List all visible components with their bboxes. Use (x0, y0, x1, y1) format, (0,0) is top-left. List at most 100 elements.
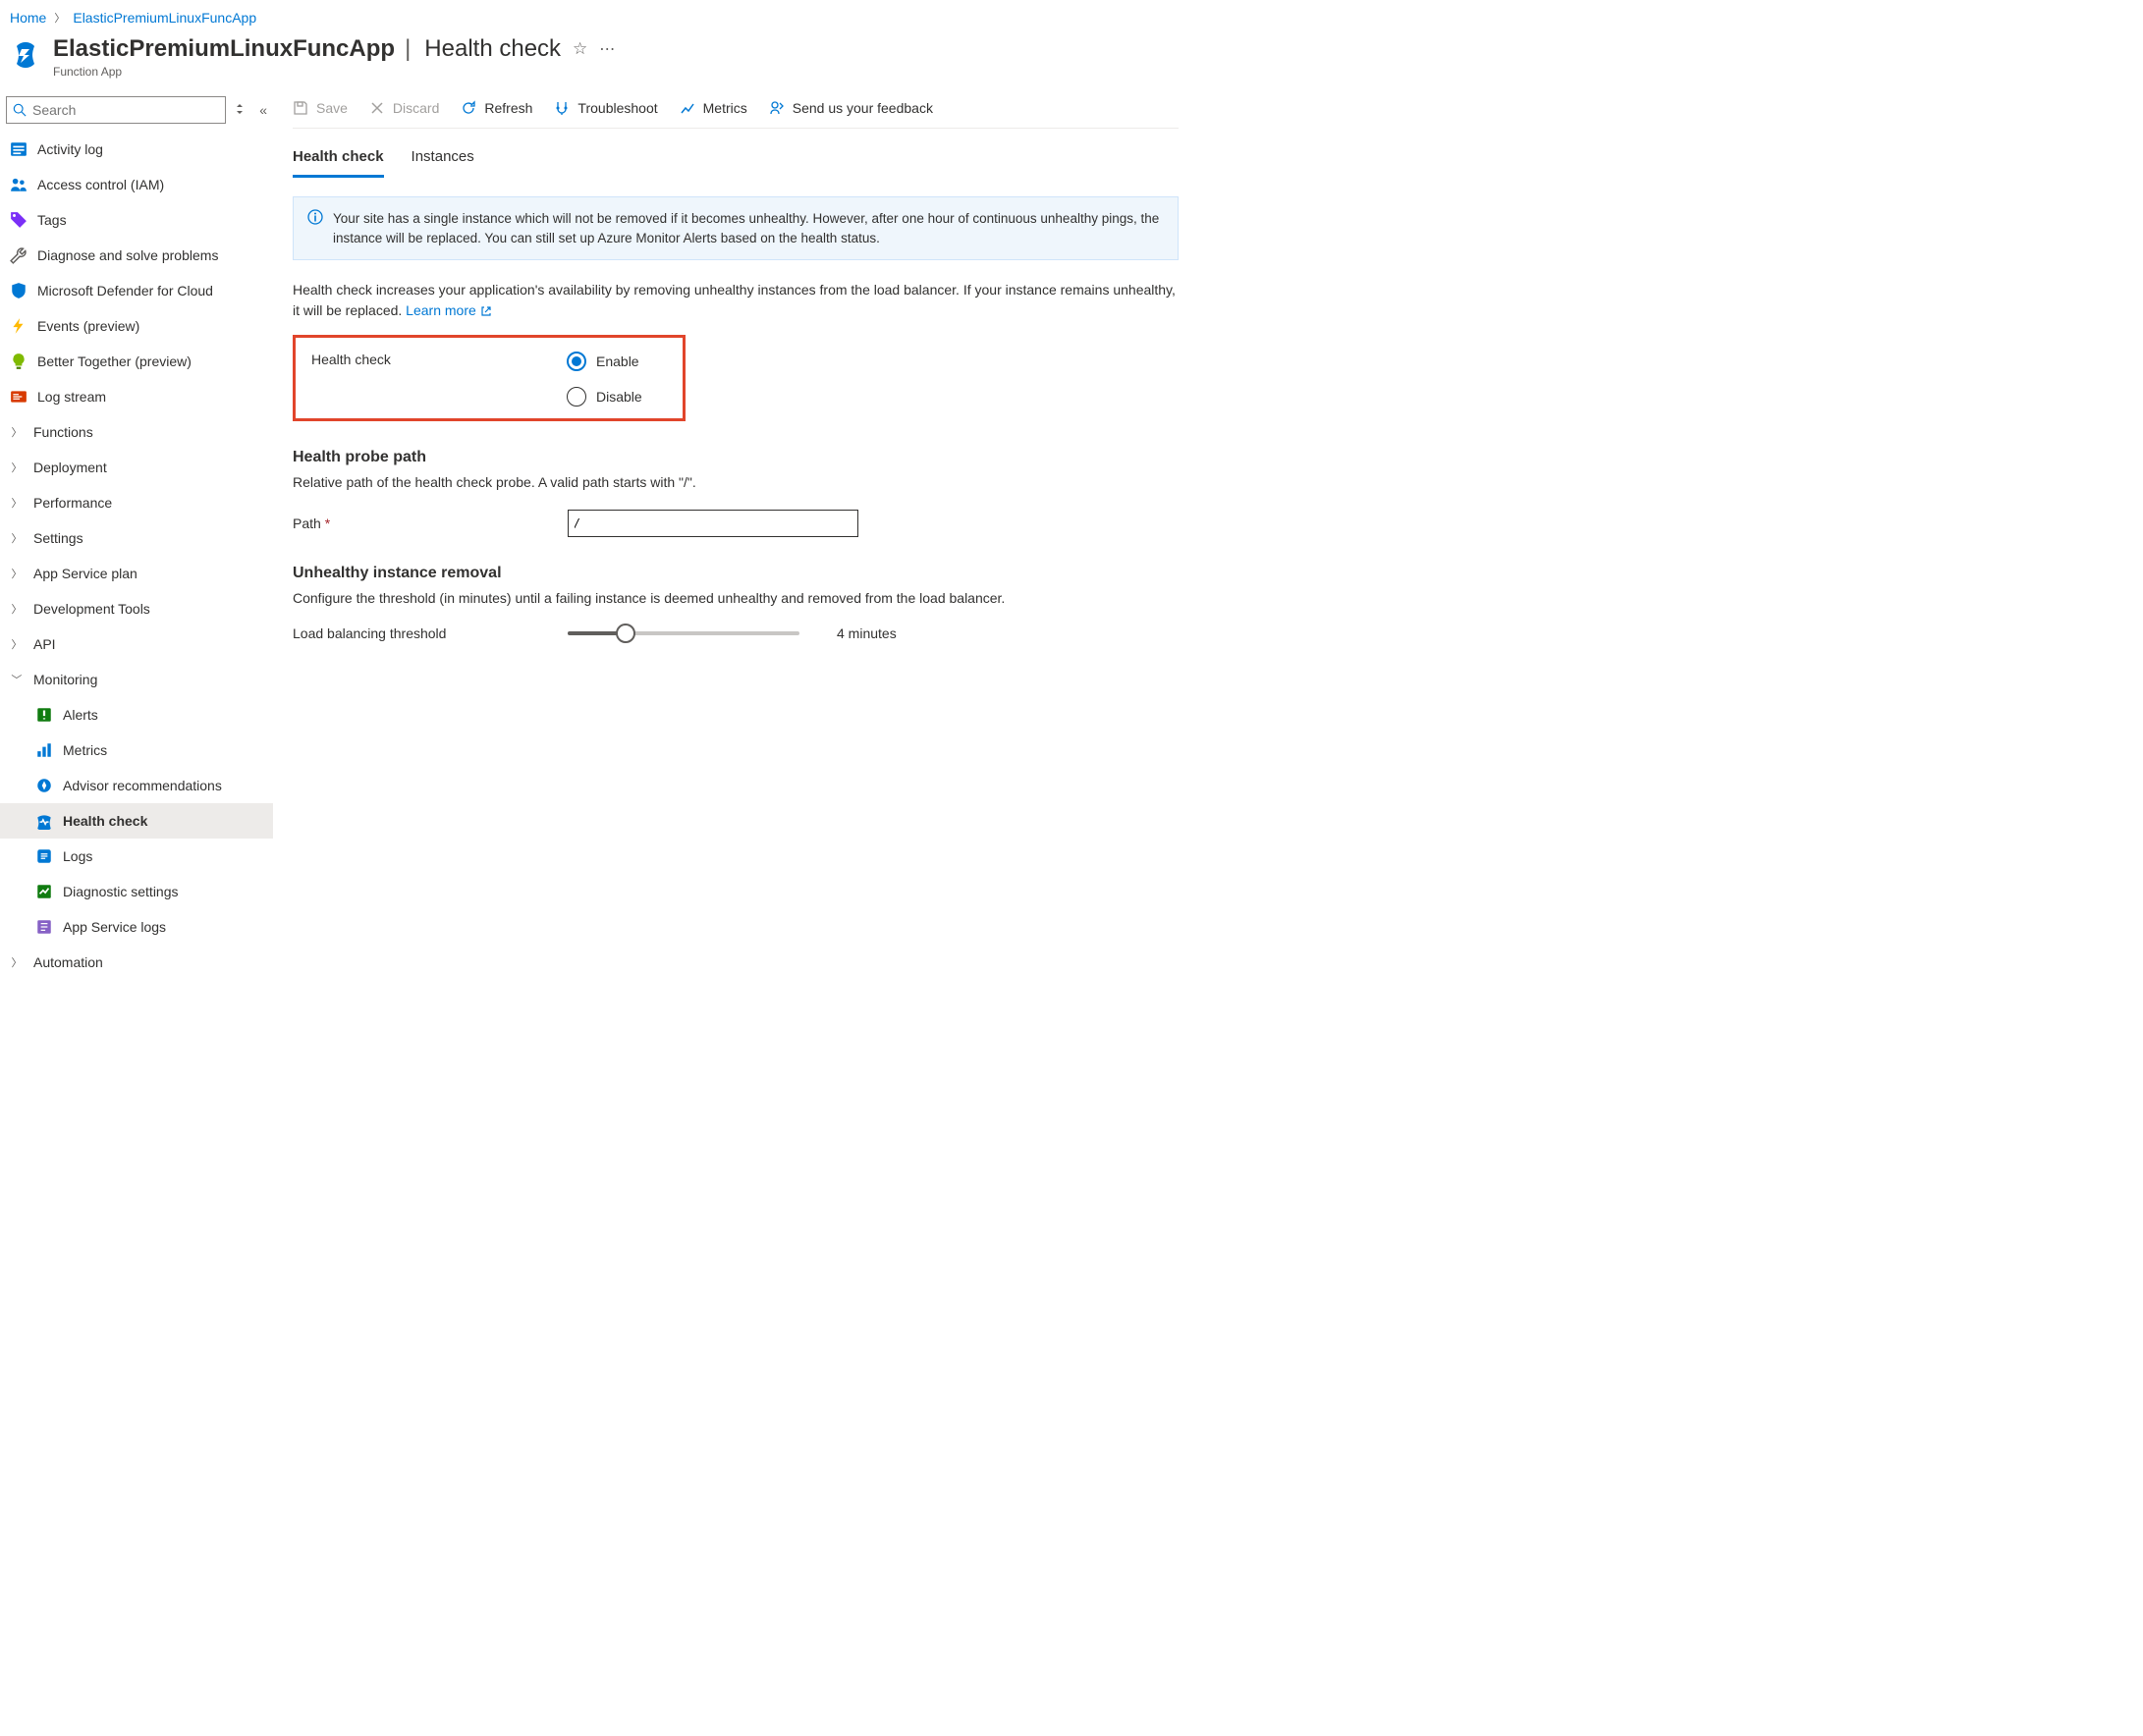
resource-type-label: Function App (53, 65, 616, 79)
nav-label: Diagnose and solve problems (37, 247, 218, 263)
sidebar-search[interactable] (6, 96, 226, 124)
breadcrumb-home[interactable]: Home (10, 10, 46, 26)
removal-heading: Unhealthy instance removal (293, 565, 1179, 582)
sidebar-item-advisor[interactable]: Advisor recommendations (0, 768, 273, 803)
nav-label: Access control (IAM) (37, 177, 164, 192)
content-area: Save Discard Refresh Troubleshoot Metric… (273, 96, 1198, 980)
nav-label: Performance (33, 495, 112, 511)
threshold-slider[interactable] (568, 631, 799, 635)
sidebar-item-diagnose[interactable]: Diagnose and solve problems (0, 238, 273, 273)
feedback-button[interactable]: Send us your feedback (769, 100, 933, 116)
sidebar-item-defender[interactable]: Microsoft Defender for Cloud (0, 273, 273, 308)
nav-label: Development Tools (33, 601, 150, 617)
sidebar-group-performance[interactable]: 〉Performance (0, 485, 273, 520)
page-header: ElasticPremiumLinuxFuncApp | Health chec… (0, 31, 1198, 96)
nav-label: App Service logs (63, 919, 166, 935)
chart-icon (680, 100, 695, 116)
sidebar-group-automation[interactable]: 〉 Automation (0, 945, 273, 980)
save-icon (293, 100, 308, 116)
threshold-label: Load balancing threshold (293, 625, 568, 641)
tab-health-check[interactable]: Health check (293, 142, 384, 178)
lightbulb-icon (10, 353, 27, 370)
info-text: Your site has a single instance which wi… (333, 209, 1164, 247)
close-icon (369, 100, 385, 116)
sidebar-item-iam[interactable]: Access control (IAM) (0, 167, 273, 202)
sidebar-item-events[interactable]: Events (preview) (0, 308, 273, 344)
wrench-icon (10, 246, 27, 264)
nav-label: Diagnostic settings (63, 884, 179, 899)
nav-label: Better Together (preview) (37, 353, 192, 369)
sidebar-item-logs[interactable]: Logs (0, 839, 273, 874)
nav-label: Monitoring (33, 672, 97, 687)
learn-more-link[interactable]: Learn more (406, 300, 492, 321)
tab-instances[interactable]: Instances (412, 142, 474, 178)
radio-checked-icon (567, 352, 586, 371)
function-app-icon (10, 39, 41, 71)
nav-label: Log stream (37, 389, 106, 405)
chevron-right-icon: 〉 (10, 601, 24, 617)
probe-desc: Relative path of the health check probe.… (293, 474, 1179, 490)
sidebar-item-better-together[interactable]: Better Together (preview) (0, 344, 273, 379)
radio-enable[interactable]: Enable (567, 352, 642, 371)
troubleshoot-button[interactable]: Troubleshoot (554, 100, 657, 116)
feedback-icon (769, 100, 785, 116)
sidebar: « Activity log Access control (IAM) Tags… (0, 96, 273, 980)
refresh-icon (461, 100, 476, 116)
refresh-button[interactable]: Refresh (461, 100, 532, 116)
alerts-icon (35, 706, 53, 724)
shield-icon (10, 282, 27, 299)
chevron-right-icon: 〉 (10, 954, 24, 970)
radio-disable[interactable]: Disable (567, 387, 642, 407)
discard-button[interactable]: Discard (369, 100, 439, 116)
sidebar-group-dev-tools[interactable]: 〉 Development Tools (0, 591, 273, 626)
sidebar-item-log-stream[interactable]: Log stream (0, 379, 273, 414)
chevron-right-icon: 〉 (54, 10, 65, 26)
app-service-logs-icon (35, 918, 53, 936)
activity-log-icon (10, 140, 27, 158)
chevron-right-icon: 〉 (10, 566, 24, 581)
tag-icon (10, 211, 27, 229)
logs-icon (35, 847, 53, 865)
removal-desc: Configure the threshold (in minutes) unt… (293, 590, 1179, 606)
more-menu-icon[interactable]: ⋯ (599, 39, 616, 59)
sort-toggle-icon[interactable] (234, 102, 246, 119)
sidebar-group-app-service-plan[interactable]: 〉 App Service plan (0, 556, 273, 591)
sidebar-group-deployment[interactable]: 〉Deployment (0, 450, 273, 485)
probe-heading: Health probe path (293, 449, 1179, 466)
nav-label: Health check (63, 813, 147, 829)
chevron-right-icon: 〉 (10, 530, 24, 546)
sidebar-item-diagnostic-settings[interactable]: Diagnostic settings (0, 874, 273, 909)
sidebar-item-activity-log[interactable]: Activity log (0, 132, 273, 167)
save-button[interactable]: Save (293, 100, 348, 116)
command-bar: Save Discard Refresh Troubleshoot Metric… (293, 96, 1179, 129)
sidebar-item-alerts[interactable]: Alerts (0, 697, 273, 732)
nav-label: App Service plan (33, 566, 137, 581)
slider-thumb-icon[interactable] (616, 624, 635, 643)
nav-label: Tags (37, 212, 67, 228)
nav-label: API (33, 636, 56, 652)
sidebar-group-settings[interactable]: 〉 Settings (0, 520, 273, 556)
sidebar-item-app-service-logs[interactable]: App Service logs (0, 909, 273, 945)
troubleshoot-icon (554, 100, 570, 116)
chevron-right-icon: 〉 (10, 636, 24, 652)
favorite-star-icon[interactable]: ☆ (573, 39, 587, 59)
sidebar-group-functions[interactable]: 〉Functions (0, 414, 273, 450)
sidebar-group-monitoring[interactable]: 〉Monitoring (0, 662, 273, 697)
lightning-icon (10, 317, 27, 335)
sidebar-item-metrics[interactable]: Metrics (0, 732, 273, 768)
nav-label: Functions (33, 424, 93, 440)
sidebar-group-api[interactable]: 〉 API (0, 626, 273, 662)
sidebar-item-tags[interactable]: Tags (0, 202, 273, 238)
metrics-button[interactable]: Metrics (680, 100, 747, 116)
nav-label: Settings (33, 530, 83, 546)
health-check-icon (35, 812, 53, 830)
radio-unchecked-icon (567, 387, 586, 407)
path-input[interactable] (568, 510, 858, 537)
nav-label: Automation (33, 954, 103, 970)
search-input[interactable] (32, 102, 219, 118)
nav-label: Alerts (63, 707, 98, 723)
nav-label: Advisor recommendations (63, 778, 222, 793)
collapse-sidebar-icon[interactable]: « (259, 102, 267, 118)
breadcrumb-current[interactable]: ElasticPremiumLinuxFuncApp (73, 10, 256, 26)
sidebar-item-health-check[interactable]: Health check (0, 803, 273, 839)
